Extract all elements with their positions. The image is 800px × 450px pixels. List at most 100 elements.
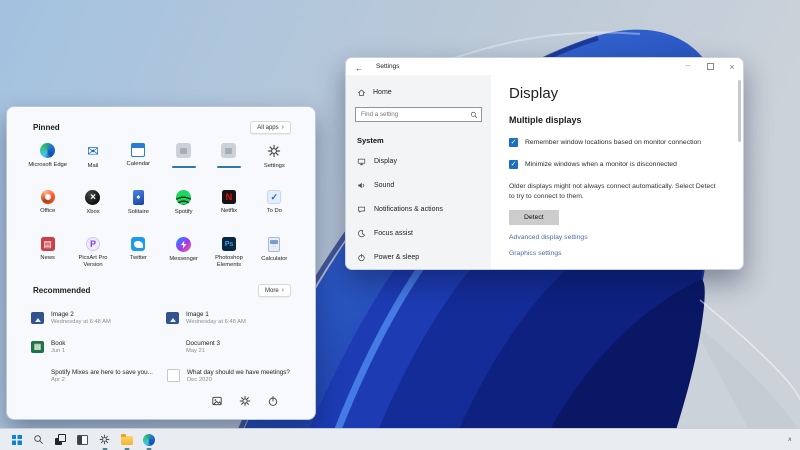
pinned-app-to-do[interactable]: To Do — [252, 186, 297, 233]
pinned-app-twitter[interactable]: Twitter — [116, 233, 161, 280]
pinned-app-xbox[interactable]: Xbox — [70, 186, 115, 233]
recommended-title: Image 1 — [186, 311, 246, 318]
sidebar-item-label: Focus assist — [374, 230, 413, 237]
minimize-button[interactable] — [677, 58, 699, 75]
scrollbar[interactable] — [738, 80, 741, 142]
recommended-item-spotify-mixes-are-here-to-save-you[interactable]: Spotify Mixes are here to save you...Apr… — [31, 361, 162, 390]
search-input[interactable] — [356, 108, 481, 121]
image-icon — [31, 312, 44, 324]
taskbar-edge[interactable] — [140, 431, 157, 448]
detect-button[interactable]: Detect — [509, 210, 559, 225]
checkbox-row[interactable]: Remember window locations based on monit… — [509, 138, 723, 147]
taskbar-search[interactable] — [30, 431, 47, 448]
settings-link-graphics-settings[interactable]: Graphics settings — [509, 250, 723, 257]
recommended-title: Book — [51, 340, 65, 347]
checkbox[interactable] — [509, 160, 518, 169]
sidebar-item-notifications-actions[interactable]: Notifications & actions — [355, 197, 482, 221]
app-label: Photoshop Elements — [206, 255, 251, 269]
recommended-item-what-day-should-we-have-meetings[interactable]: What day should we have meetings?Dec 202… — [166, 361, 297, 390]
recommended-header: Recommended More — [33, 282, 291, 299]
sidebar-item-display[interactable]: Display — [355, 149, 482, 173]
download-progress-bar — [172, 166, 196, 168]
recommended-item-book[interactable]: BookJun 1 — [31, 332, 162, 361]
picsart-icon — [86, 237, 100, 251]
pinned-app-calculator[interactable]: Calculator — [252, 233, 297, 280]
sidebar-item-focus-assist[interactable]: Focus assist — [355, 221, 482, 245]
pinned-app-mail[interactable]: Mail — [70, 139, 115, 186]
taskbar-settings[interactable] — [96, 431, 113, 448]
notifications-icon — [357, 205, 366, 214]
twitter-icon — [131, 237, 145, 251]
recommended-item-image-2[interactable]: Image 2Wednesday at 6:48 AM — [31, 303, 162, 332]
taskbar-widgets[interactable] — [74, 431, 91, 448]
app-label: Twitter — [130, 255, 147, 262]
solitaire-icon — [133, 190, 144, 205]
photos-icon[interactable] — [211, 395, 223, 407]
recommended-item-document-3[interactable]: Document 3May 21 — [166, 332, 297, 361]
settings-icon[interactable] — [239, 395, 251, 407]
settings-window: Settings Home System DisplaySoundNotific… — [345, 57, 744, 270]
pinned-app-news[interactable]: News — [25, 233, 70, 280]
recommended-subtitle: Jun 1 — [51, 348, 65, 354]
pinned-header: Pinned All apps — [33, 119, 291, 136]
description-text: Older displays might not always connect … — [509, 182, 723, 202]
sidebar-item-power-sleep[interactable]: Power & sleep — [355, 245, 482, 269]
sound-icon — [357, 181, 366, 190]
messenger-icon — [176, 237, 191, 252]
settings-link-advanced-display-settings[interactable]: Advanced display settings — [509, 234, 723, 241]
sidebar-item-label: Sound — [374, 182, 394, 189]
pinned-app-downloading[interactable] — [161, 139, 206, 186]
taskbar-file-explorer[interactable] — [118, 431, 135, 448]
section-title: Multiple displays — [509, 115, 723, 125]
pinned-app-photoshop-elements[interactable]: Photoshop Elements — [206, 233, 251, 280]
photoshop-icon — [222, 237, 236, 251]
pinned-app-picsart-pro-version[interactable]: PicsArt Pro Version — [70, 233, 115, 280]
taskview-icon — [55, 434, 66, 445]
pinned-app-calendar[interactable]: Calendar — [116, 139, 161, 186]
pinned-app-settings[interactable]: Settings — [252, 139, 297, 186]
pinned-app-microsoft-edge[interactable]: Microsoft Edge — [25, 139, 70, 186]
settings-main: Display Multiple displays Remember windo… — [491, 75, 743, 269]
home-label: Home — [373, 89, 392, 96]
power-icon[interactable] — [267, 395, 279, 407]
tray-chevron-icon[interactable] — [788, 436, 792, 443]
recommended-item-image-1[interactable]: Image 1Wednesday at 6:48 AM — [166, 303, 297, 332]
pinned-app-downloading[interactable] — [206, 139, 251, 186]
settings-titlebar: Settings — [346, 58, 743, 75]
recommended-subtitle: Wednesday at 6:48 AM — [51, 319, 111, 325]
pinned-apps-grid: Microsoft Edge Mail Calendar Settings Office… — [25, 139, 297, 280]
more-button[interactable]: More — [258, 284, 291, 297]
start-menu: Pinned All apps Microsoft Edge Mail Calend… — [6, 106, 316, 420]
pinned-app-office[interactable]: Office — [25, 186, 70, 233]
todo-icon — [267, 190, 281, 204]
taskbar-task-view[interactable] — [52, 431, 69, 448]
explorer-icon — [121, 436, 133, 445]
checkbox[interactable] — [509, 138, 518, 147]
sidebar-item-sound[interactable]: Sound — [355, 173, 482, 197]
pinned-app-spotify[interactable]: Spotify — [161, 186, 206, 233]
download-progress-bar — [217, 166, 241, 168]
taskbar — [0, 428, 800, 450]
pinned-app-netflix[interactable]: Netflix — [206, 186, 251, 233]
taskbar-items — [8, 431, 157, 448]
search-icon — [470, 111, 478, 119]
start-icon — [12, 435, 22, 445]
checkbox-label: Minimize windows when a monitor is disco… — [525, 161, 677, 168]
pinned-app-messenger[interactable]: Messenger — [161, 233, 206, 280]
app-label: Mail — [88, 163, 99, 170]
app-label: PicsArt Pro Version — [70, 255, 115, 269]
close-button[interactable] — [721, 58, 743, 75]
sidebar-item-home[interactable]: Home — [355, 84, 482, 100]
app-label: Spotify — [175, 209, 193, 216]
app-label: Calculator — [261, 256, 287, 263]
maximize-button[interactable] — [699, 58, 721, 75]
back-icon[interactable] — [355, 58, 363, 76]
all-apps-button[interactable]: All apps — [250, 121, 291, 134]
pinned-app-solitaire[interactable]: Solitaire — [116, 186, 161, 233]
taskbar-start[interactable] — [8, 431, 25, 448]
placeholder-icon — [176, 143, 191, 158]
search-box — [355, 107, 482, 122]
checkbox-row[interactable]: Minimize windows when a monitor is disco… — [509, 160, 723, 169]
more-label: More — [265, 288, 279, 294]
sidebar-nav: Display Sound Notifications & actions Focus… — [355, 149, 482, 269]
